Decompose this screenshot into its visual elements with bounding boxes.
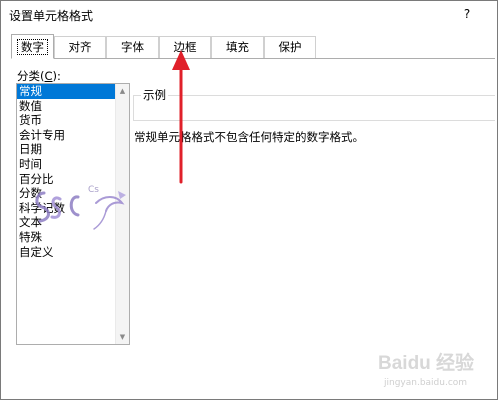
tab-font-label: 字体 xyxy=(121,40,144,54)
category-label-suffix: ): xyxy=(52,69,61,83)
category-item-general[interactable]: 常规 xyxy=(17,84,115,99)
category-item-fraction[interactable]: 分数 xyxy=(17,186,115,201)
tab-strip: 数字 对齐 字体 边框 填充 保护 xyxy=(11,34,497,59)
tab-font[interactable]: 字体 xyxy=(106,36,159,58)
tab-protection-label: 保护 xyxy=(278,40,302,54)
number-tab-panel: 分类(C): 常规 数值 货币 会计专用 日期 时间 百分比 分数 科学记数 文… xyxy=(11,58,495,398)
scroll-down-arrow-icon[interactable]: ▼ xyxy=(116,330,129,344)
tab-alignment[interactable]: 对齐 xyxy=(54,36,106,58)
category-item-time[interactable]: 时间 xyxy=(17,157,115,172)
tab-fill[interactable]: 填充 xyxy=(211,36,264,58)
category-item-scientific[interactable]: 科学记数 xyxy=(17,201,115,216)
scroll-up-arrow-icon[interactable]: ▲ xyxy=(116,84,129,98)
category-item-special[interactable]: 特殊 xyxy=(17,230,115,245)
tab-protection[interactable]: 保护 xyxy=(264,36,316,58)
category-label-hotkey: C xyxy=(44,69,53,83)
sample-border-top xyxy=(133,95,495,96)
category-item-currency[interactable]: 货币 xyxy=(17,113,115,128)
tab-number-label: 数字 xyxy=(17,39,48,55)
category-item-date[interactable]: 日期 xyxy=(17,142,115,157)
sample-legend: 示例 xyxy=(141,87,168,103)
title-bar: 设置单元格格式 ? xyxy=(1,1,497,27)
tab-border[interactable]: 边框 xyxy=(159,36,211,58)
category-item-custom[interactable]: 自定义 xyxy=(17,245,115,260)
category-item-number[interactable]: 数值 xyxy=(17,99,115,114)
listbox-scrollbar[interactable]: ▲ ▼ xyxy=(115,84,129,344)
dialog-title: 设置单元格格式 xyxy=(9,9,94,23)
category-label: 分类(C): xyxy=(17,68,61,84)
tab-border-label: 边框 xyxy=(173,40,197,54)
tab-number[interactable]: 数字 xyxy=(11,34,54,59)
format-cells-dialog: 设置单元格格式 ? 数字 对齐 字体 边框 填充 保护 分类(C): 常规 数值… xyxy=(0,0,498,400)
help-button[interactable]: ? xyxy=(459,5,475,23)
tab-alignment-label: 对齐 xyxy=(68,40,92,54)
sample-border-left xyxy=(133,95,134,120)
format-description: 常规单元格格式不包含任何特定的数字格式。 xyxy=(134,130,364,144)
category-label-prefix: 分类( xyxy=(17,69,45,83)
sample-border-bottom xyxy=(133,120,495,121)
category-item-accounting[interactable]: 会计专用 xyxy=(17,128,115,143)
sample-groupbox: 示例 xyxy=(133,87,495,121)
category-listbox[interactable]: 常规 数值 货币 会计专用 日期 时间 百分比 分数 科学记数 文本 特殊 自定… xyxy=(16,83,130,345)
category-item-text[interactable]: 文本 xyxy=(17,215,115,230)
tab-fill-label: 填充 xyxy=(226,40,249,54)
category-item-percentage[interactable]: 百分比 xyxy=(17,172,115,187)
